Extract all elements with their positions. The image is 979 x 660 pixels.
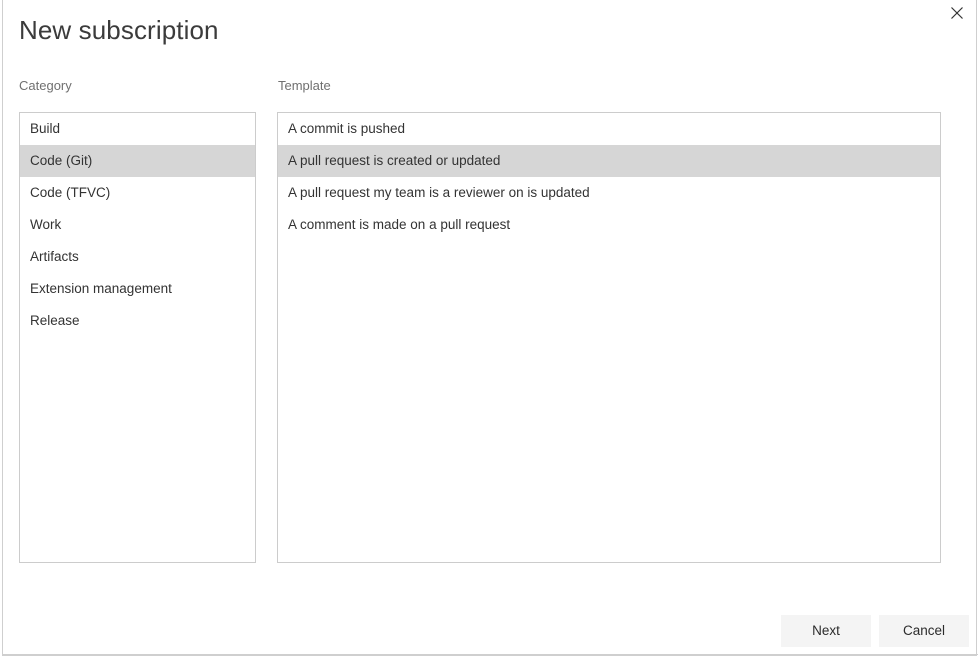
footer-divider: [3, 654, 978, 655]
list-item[interactable]: Work: [20, 209, 255, 241]
category-column-label: Category: [19, 78, 72, 93]
list-item[interactable]: Artifacts: [20, 241, 255, 273]
list-item[interactable]: Extension management: [20, 273, 255, 305]
close-button[interactable]: [942, 0, 972, 26]
cancel-button[interactable]: Cancel: [879, 615, 969, 647]
close-icon: [951, 7, 963, 19]
page-title: New subscription: [19, 15, 219, 45]
category-listbox[interactable]: Build Code (Git) Code (TFVC) Work Artifa…: [19, 112, 256, 563]
list-item[interactable]: A comment is made on a pull request: [278, 209, 940, 241]
next-button[interactable]: Next: [781, 615, 871, 647]
template-listbox[interactable]: A commit is pushed A pull request is cre…: [277, 112, 941, 563]
list-item[interactable]: Code (TFVC): [20, 177, 255, 209]
list-item[interactable]: Code (Git): [20, 145, 255, 177]
template-column-label: Template: [278, 78, 331, 93]
list-item[interactable]: A pull request my team is a reviewer on …: [278, 177, 940, 209]
list-item[interactable]: A pull request is created or updated: [278, 145, 940, 177]
list-item[interactable]: Build: [20, 113, 255, 145]
new-subscription-dialog: New subscription Category Template Build…: [2, 0, 978, 656]
list-item[interactable]: Release: [20, 305, 255, 337]
list-item[interactable]: A commit is pushed: [278, 113, 940, 145]
